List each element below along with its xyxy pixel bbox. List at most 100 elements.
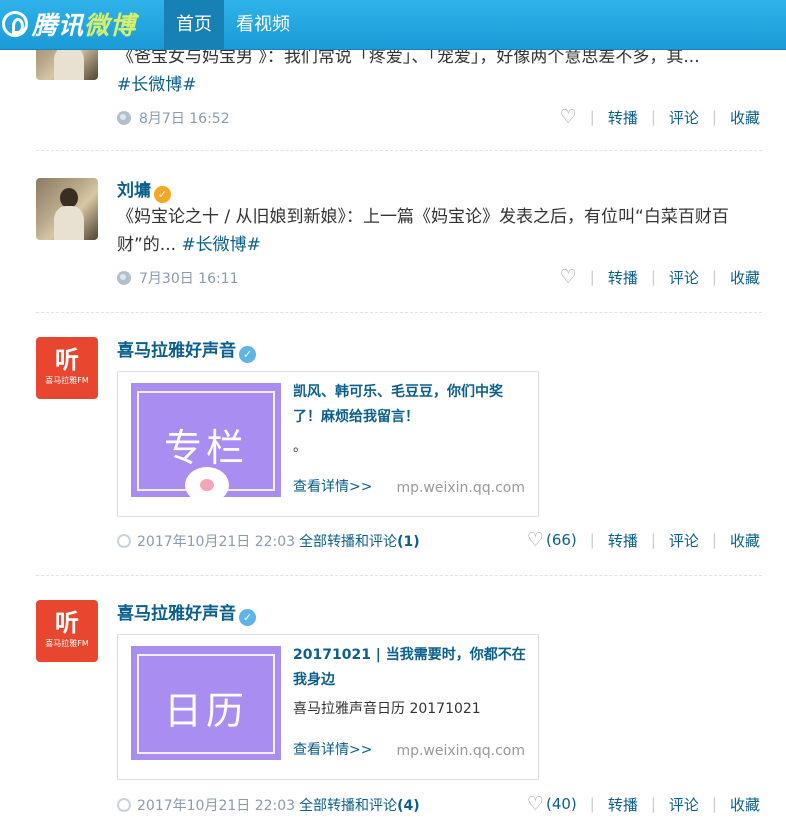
favorite-button[interactable]: 收藏 bbox=[730, 794, 760, 815]
separator: | bbox=[711, 531, 717, 549]
post-actions: ♡ | 转播 | 评论 | 收藏 bbox=[560, 106, 760, 128]
post-meta: 7月30日 16:11 bbox=[117, 268, 239, 288]
avatar-glyph: 听 bbox=[55, 346, 79, 374]
author-name[interactable]: 喜马拉雅好声音 ✓ bbox=[117, 599, 256, 626]
repost-button[interactable]: 转播 bbox=[608, 794, 638, 815]
separator: | bbox=[589, 795, 595, 813]
separator: | bbox=[711, 108, 717, 126]
post-text: 《妈宝论之十 / 从旧娘到新娘》：上一篇《妈宝论》发表之后，有位叫“白菜百财百财… bbox=[117, 203, 767, 259]
avatar[interactable]: 听 喜马拉雅FM bbox=[36, 600, 98, 662]
card-more-link[interactable]: 查看详情>> bbox=[293, 476, 372, 496]
separator: | bbox=[650, 268, 656, 286]
all-count[interactable]: (1) bbox=[397, 534, 420, 550]
logo-text: 腾讯微博 bbox=[32, 6, 136, 42]
heart-icon[interactable]: ♡ bbox=[527, 793, 544, 815]
divider bbox=[36, 312, 762, 313]
main-nav: 首页 看视频 bbox=[164, 0, 302, 49]
separator: | bbox=[589, 108, 595, 126]
logo-text-b: 微博 bbox=[84, 11, 137, 40]
post-text: 《爸宝女与妈宝男 》：我们常说「疼爱」、「宠爱」，好像两个意思差不多，其... … bbox=[117, 43, 767, 99]
verified-badge-icon: ✓ bbox=[154, 186, 171, 203]
verified-badge-icon: ✓ bbox=[239, 346, 256, 363]
author-name-text[interactable]: 喜马拉雅好声音 bbox=[117, 341, 236, 361]
card-thumbnail[interactable]: 日历 bbox=[131, 646, 281, 760]
card-description: 。 bbox=[293, 439, 307, 455]
avatar[interactable] bbox=[36, 178, 98, 240]
comment-button[interactable]: 评论 bbox=[669, 530, 699, 551]
all-label[interactable]: 全部转播和评论 bbox=[299, 534, 397, 550]
post-meta: 2017年10月21日 22:03 全部转播和评论(1) bbox=[117, 531, 420, 551]
post-actions: ♡ | 转播 | 评论 | 收藏 bbox=[560, 266, 760, 288]
tab-home[interactable]: 首页 bbox=[164, 0, 224, 49]
separator: | bbox=[650, 531, 656, 549]
divider bbox=[36, 575, 762, 576]
logo-text-a: 腾讯 bbox=[32, 11, 85, 40]
verified-badge-icon: ✓ bbox=[239, 609, 256, 626]
repost-button[interactable]: 转播 bbox=[608, 107, 638, 128]
card-domain: mp.weixin.qq.com bbox=[396, 743, 525, 759]
thumbnail-text: 专栏 bbox=[163, 426, 248, 470]
all-reposts-comments-link[interactable]: 全部转播和评论(1) bbox=[299, 531, 420, 551]
avatar-subtext: 喜马拉雅FM bbox=[45, 376, 89, 385]
heart-icon[interactable]: ♡ bbox=[527, 529, 544, 551]
hashtag-link[interactable]: #长微博# bbox=[181, 235, 261, 255]
separator: | bbox=[589, 268, 595, 286]
author-name-text[interactable]: 刘墉 bbox=[117, 181, 151, 201]
comment-button[interactable]: 评论 bbox=[669, 107, 699, 128]
top-nav-bar: 腾讯微博 首页 看视频 bbox=[0, 0, 786, 50]
like-count[interactable]: (40) bbox=[546, 795, 577, 813]
separator: | bbox=[711, 795, 717, 813]
card-domain: mp.weixin.qq.com bbox=[396, 480, 525, 496]
favorite-button[interactable]: 收藏 bbox=[730, 267, 760, 288]
link-card[interactable]: 专栏 凯风、韩可乐、毛豆豆，你们中奖了！麻烦给我留言！ 。 查看详情>> mp.… bbox=[117, 371, 539, 517]
avatar-glyph: 听 bbox=[55, 609, 79, 637]
avatar-subtext: 喜马拉雅FM bbox=[45, 639, 89, 648]
card-description: 喜马拉雅声音日历 20171021 bbox=[293, 701, 481, 717]
tab-videos[interactable]: 看视频 bbox=[224, 0, 302, 49]
paw-icon bbox=[185, 467, 229, 497]
separator: | bbox=[589, 531, 595, 549]
author-name-text[interactable]: 喜马拉雅好声音 bbox=[117, 604, 236, 624]
divider bbox=[36, 150, 762, 151]
hashtag-link[interactable]: #长微博# bbox=[117, 75, 197, 95]
post-actions: ♡ (66) | 转播 | 评论 | 收藏 bbox=[527, 529, 760, 551]
tencent-weibo-logo[interactable]: 腾讯微博 bbox=[2, 6, 136, 42]
thumbnail-text: 日历 bbox=[163, 689, 248, 733]
timestamp[interactable]: 8月7日 16:52 bbox=[139, 108, 230, 128]
author-name[interactable]: 刘墉 ✓ bbox=[117, 176, 171, 203]
timestamp[interactable]: 7月30日 16:11 bbox=[139, 268, 239, 288]
timestamp[interactable]: 2017年10月21日 22:03 bbox=[137, 795, 295, 815]
heart-icon[interactable]: ♡ bbox=[560, 106, 577, 128]
logo-mark-icon bbox=[2, 11, 28, 37]
repost-button[interactable]: 转播 bbox=[608, 530, 638, 551]
post-body: 《爸宝女与妈宝男 》：我们常说「疼爱」、「宠爱」，好像两个意思差不多，其... bbox=[117, 47, 700, 67]
like-count[interactable]: (66) bbox=[546, 531, 577, 549]
favorite-button[interactable]: 收藏 bbox=[730, 530, 760, 551]
separator: | bbox=[650, 108, 656, 126]
post-meta: 8月7日 16:52 bbox=[117, 108, 230, 128]
comment-button[interactable]: 评论 bbox=[669, 267, 699, 288]
source-icon bbox=[117, 798, 131, 812]
source-icon bbox=[117, 534, 131, 548]
favorite-button[interactable]: 收藏 bbox=[730, 107, 760, 128]
comment-button[interactable]: 评论 bbox=[669, 794, 699, 815]
card-title[interactable]: 凯风、韩可乐、毛豆豆，你们中奖了！麻烦给我留言！ bbox=[293, 380, 528, 430]
separator: | bbox=[650, 795, 656, 813]
card-thumbnail[interactable]: 专栏 bbox=[131, 383, 281, 497]
avatar[interactable]: 听 喜马拉雅FM bbox=[36, 337, 98, 399]
all-label[interactable]: 全部转播和评论 bbox=[299, 798, 397, 814]
post-actions: ♡ (40) | 转播 | 评论 | 收藏 bbox=[527, 793, 760, 815]
link-card[interactable]: 日历 20171021 | 当我需要时，你都不在我身边 喜马拉雅声音日历 201… bbox=[117, 634, 539, 780]
timestamp[interactable]: 2017年10月21日 22:03 bbox=[137, 531, 295, 551]
all-reposts-comments-link[interactable]: 全部转播和评论(4) bbox=[299, 795, 420, 815]
heart-icon[interactable]: ♡ bbox=[560, 266, 577, 288]
all-count[interactable]: (4) bbox=[397, 798, 420, 814]
card-more-link[interactable]: 查看详情>> bbox=[293, 739, 372, 759]
separator: | bbox=[711, 268, 717, 286]
author-name[interactable]: 喜马拉雅好声音 ✓ bbox=[117, 336, 256, 363]
repost-button[interactable]: 转播 bbox=[608, 267, 638, 288]
globe-icon bbox=[117, 111, 131, 125]
card-title[interactable]: 20171021 | 当我需要时，你都不在我身边 bbox=[293, 643, 528, 693]
globe-icon bbox=[117, 271, 131, 285]
post-meta: 2017年10月21日 22:03 全部转播和评论(4) bbox=[117, 795, 420, 815]
